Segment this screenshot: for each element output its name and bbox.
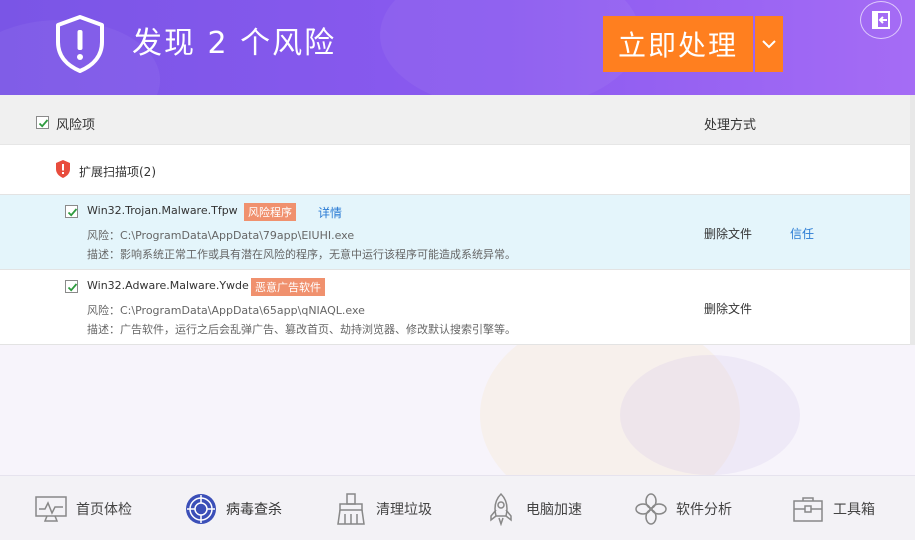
nav-item-software-analysis[interactable]: 软件分析 <box>634 476 732 540</box>
nav-label: 软件分析 <box>676 501 732 518</box>
threat-name: Win32.Adware.Malware.Ywde <box>87 279 249 292</box>
nav-item-toolbox[interactable]: 工具箱 <box>791 476 875 540</box>
bottom-navigation: 首页体检 病毒查杀 清理垃圾 电脑加速 软件分析 工具箱 <box>0 475 915 540</box>
threat-name: Win32.Trojan.Malware.Tfpw <box>87 204 238 217</box>
background-decoration <box>620 355 800 475</box>
nav-label: 清理垃圾 <box>376 501 432 518</box>
delete-file-action[interactable]: 删除文件 <box>704 300 752 317</box>
toolbox-icon <box>791 492 825 526</box>
shield-warning-icon <box>52 14 108 74</box>
threat-path: 风险：C:\ProgramData\AppData\79app\EIUHI.ex… <box>87 229 355 242</box>
content-background <box>0 345 915 475</box>
rocket-icon <box>484 492 518 526</box>
chevron-down-icon <box>762 40 776 49</box>
delete-file-action[interactable]: 删除文件 <box>704 225 752 242</box>
nav-item-home-check[interactable]: 首页体检 <box>34 476 132 540</box>
item-checkbox[interactable] <box>65 205 78 218</box>
risk-item-row[interactable]: Win32.Adware.Malware.Ywde 恶意广告软件 风险：C:\P… <box>0 270 915 345</box>
scan-group-row: 扩展扫描项(2) <box>0 145 915 195</box>
threat-description: 描述：广告软件，运行之后会乱弹广告、篡改首页、劫持浏览器、修改默认搜索引擎等。 <box>87 323 516 336</box>
nav-item-virus-scan[interactable]: 病毒查杀 <box>184 476 282 540</box>
trust-link[interactable]: 信任 <box>790 225 814 242</box>
threat-type-badge: 风险程序 <box>244 203 296 221</box>
nav-label: 工具箱 <box>833 501 875 518</box>
warning-shield-icon <box>56 160 70 178</box>
process-options-dropdown[interactable] <box>755 16 783 72</box>
threat-path: 风险：C:\ProgramData\AppData\65app\qNIAQL.e… <box>87 304 365 317</box>
exit-icon <box>872 11 890 29</box>
column-header-row: 风险项 处理方式 <box>0 95 915 145</box>
virus-scan-icon <box>184 492 218 526</box>
nav-label: 电脑加速 <box>526 501 582 518</box>
header-decoration <box>380 0 640 95</box>
monitor-icon <box>34 492 68 526</box>
nav-item-clean-junk[interactable]: 清理垃圾 <box>334 476 432 540</box>
detail-link[interactable]: 详情 <box>318 204 342 221</box>
risk-item-row[interactable]: Win32.Trojan.Malware.Tfpw 风险程序 详情 风险：C:\… <box>0 195 915 270</box>
header-banner: 发现 2 个风险 立即处理 <box>0 0 915 95</box>
item-checkbox[interactable] <box>65 280 78 293</box>
clover-icon <box>634 492 668 526</box>
column-risk-item: 风险项 <box>56 118 96 133</box>
exit-button[interactable] <box>860 1 902 39</box>
scrollbar[interactable] <box>910 95 915 345</box>
column-handling: 处理方式 <box>704 118 757 133</box>
scan-group-label: 扩展扫描项(2) <box>79 165 156 179</box>
process-now-button[interactable]: 立即处理 <box>603 16 753 72</box>
threat-type-badge: 恶意广告软件 <box>251 278 325 296</box>
broom-icon <box>334 492 368 526</box>
nav-label: 病毒查杀 <box>226 501 282 518</box>
threat-description: 描述：影响系统正常工作或具有潜在风险的程序，无意中运行该程序可能造成系统异常。 <box>87 248 516 261</box>
page-title: 发现 2 个风险 <box>132 26 337 61</box>
nav-label: 首页体检 <box>76 501 132 518</box>
select-all-checkbox[interactable] <box>36 116 49 129</box>
nav-item-speed-up[interactable]: 电脑加速 <box>484 476 582 540</box>
